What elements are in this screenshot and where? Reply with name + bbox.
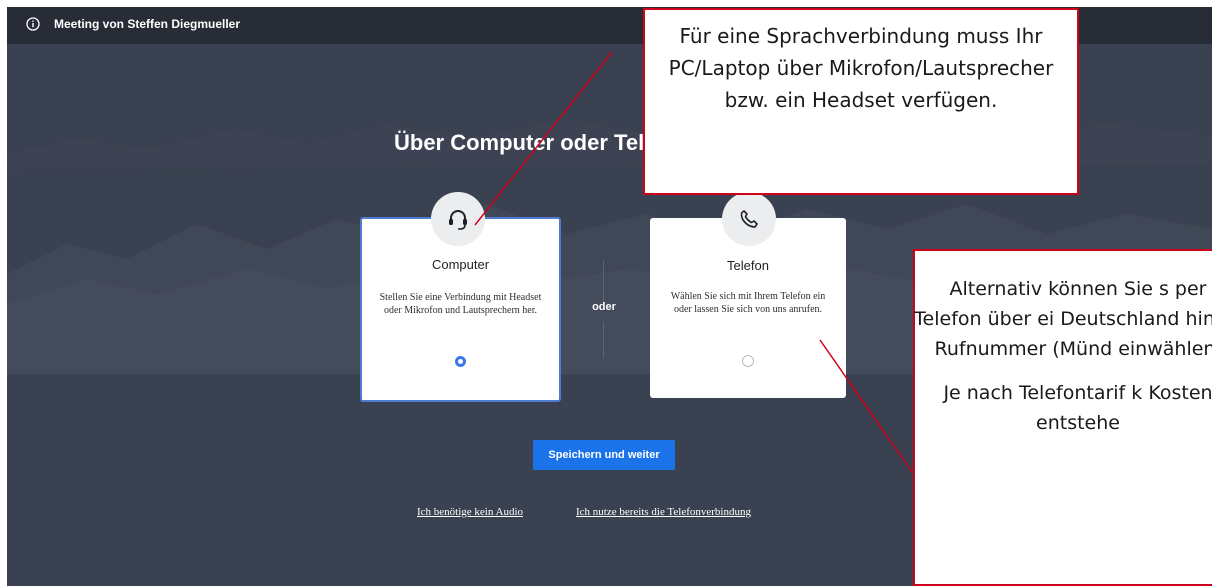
divider-bottom xyxy=(603,322,604,358)
no-audio-link[interactable]: Ich benötige kein Audio xyxy=(417,506,523,518)
info-icon[interactable] xyxy=(26,17,40,31)
headset-annotation-text: Für eine Sprachverbindung muss Ihr PC/La… xyxy=(668,24,1054,112)
page-heading: Über Computer oder Tel xyxy=(394,130,645,155)
phone-annotation-text-2: Je nach Telefontarif k Kosten entstehe xyxy=(943,382,1212,434)
computer-radio-selected[interactable] xyxy=(454,356,466,367)
telefon-card-title: Telefon xyxy=(727,258,769,273)
phone-icon xyxy=(740,210,758,228)
telefon-radio[interactable] xyxy=(742,355,754,367)
phone-annotation-text-wrapper: Alternativ können Sie s per Telefon über… xyxy=(913,274,1212,438)
headset-icon-circle xyxy=(431,192,485,246)
screenshot-frame: Meeting von Steffen Diegmueller Über Com… xyxy=(0,0,1212,586)
computer-card-title: Computer xyxy=(431,257,490,272)
phone-annotation-text-1: Alternativ können Sie s per Telefon über… xyxy=(914,278,1212,360)
headset-icon xyxy=(449,210,467,230)
or-label: oder xyxy=(592,301,616,313)
already-phone-link[interactable]: Ich nutze bereits die Telefonverbindung xyxy=(576,506,751,518)
computer-card-description: Stellen Sie eine Verbindung mit Headset … xyxy=(379,292,542,316)
headset-annotation-callout: Für eine Sprachverbindung muss Ihr PC/La… xyxy=(643,8,1079,195)
telefon-card-description: Wählen Sie sich mit Ihrem Telefon ein od… xyxy=(670,291,826,315)
save-and-continue-button[interactable]: Speichern und weiter xyxy=(533,440,675,470)
phone-icon-circle xyxy=(722,192,776,246)
divider-top xyxy=(603,260,604,304)
meeting-title: Meeting von Steffen Diegmueller xyxy=(54,17,241,31)
